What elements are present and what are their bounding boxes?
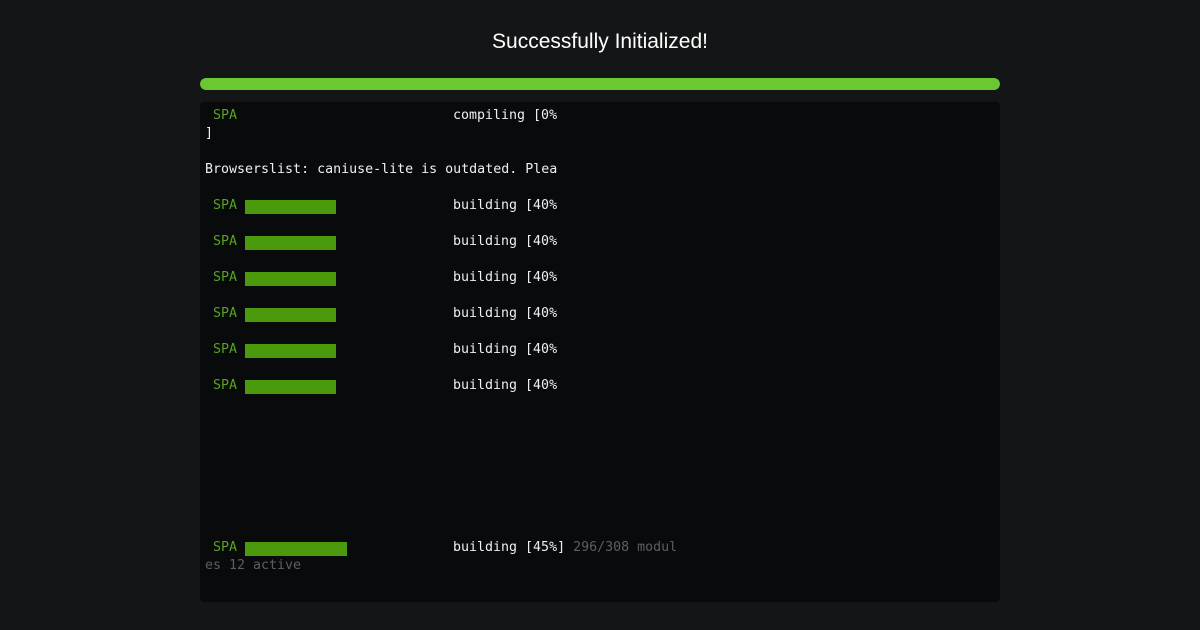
module-count-wrap: es 12 active	[205, 558, 302, 573]
build-status: building [40%	[453, 342, 558, 357]
build-name-label: SPA	[213, 234, 238, 249]
build-progress-bar	[245, 344, 336, 358]
build-status-text: building [45%]	[453, 540, 566, 555]
init-progress-fill	[200, 78, 1000, 90]
compile-status-wrap: ]	[205, 126, 214, 141]
build-name-label: SPA	[213, 342, 238, 357]
build-progress-bar	[245, 542, 347, 556]
build-status-final: building [45%] 296/308 modul	[453, 539, 677, 557]
build-progress-bar	[245, 308, 336, 322]
build-name-label: SPA	[213, 306, 238, 321]
page-title: Successfully Initialized!	[492, 30, 708, 53]
build-name-label: SPA	[213, 198, 238, 213]
module-count: 296/308 modul	[573, 540, 678, 555]
build-status: building [40%	[453, 198, 558, 213]
build-progress-bar	[245, 272, 336, 286]
build-progress-bar	[245, 236, 336, 250]
build-status: building [40%	[453, 306, 558, 321]
build-status: building [40%	[453, 378, 558, 393]
build-progress-bar	[245, 200, 336, 214]
terminal-output[interactable]: SPA compiling [0% ] Browserslist: canius…	[200, 102, 1000, 602]
build-progress-bar	[245, 380, 336, 394]
init-progress-bar	[200, 78, 1000, 90]
build-name-label: SPA	[213, 540, 238, 555]
build-name-label: SPA	[213, 270, 238, 285]
build-status: building [40%	[453, 270, 558, 285]
compile-status: compiling [0%	[453, 108, 558, 123]
browserslist-warning: Browserslist: caniuse-lite is outdated. …	[205, 162, 558, 177]
build-name-label: SPA	[213, 108, 238, 123]
build-status: building [40%	[453, 234, 558, 249]
build-name-label: SPA	[213, 378, 238, 393]
